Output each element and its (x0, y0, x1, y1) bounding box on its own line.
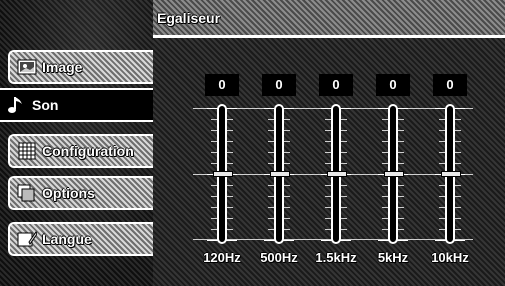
band-label-10khz: 10kHz (431, 250, 469, 265)
sidebar-item-configuration[interactable]: Configuration (8, 134, 153, 168)
slider-500hz[interactable] (262, 104, 296, 244)
slider-10khz[interactable] (433, 104, 467, 244)
sidebar-item-son[interactable]: Son (0, 88, 153, 122)
slider-knob[interactable] (213, 171, 233, 177)
equalizer-screen: Image Son Configuration Options Langue E… (0, 0, 505, 286)
sidebar-item-label: Son (32, 97, 59, 113)
band-label-500hz: 500Hz (260, 250, 298, 265)
sidebar-item-label: Configuration (42, 143, 134, 159)
sidebar-menu: Image Son Configuration Options Langue (0, 0, 153, 286)
band-value-120hz: 0 (205, 74, 239, 96)
sidebar-item-langue[interactable]: Langue (8, 222, 153, 256)
band-value-10khz: 0 (433, 74, 467, 96)
sidebar-item-label: Options (42, 185, 95, 201)
band-value-1-5khz: 0 (319, 74, 353, 96)
language-icon (16, 230, 38, 248)
grid-icon (16, 142, 38, 160)
sidebar-item-label: Langue (42, 231, 92, 247)
music-note-icon (6, 96, 28, 114)
slider-120hz[interactable] (205, 104, 239, 244)
slider-knob[interactable] (384, 171, 404, 177)
band-label-1-5khz: 1.5kHz (315, 250, 357, 265)
image-icon (16, 58, 38, 76)
band-label-5khz: 5kHz (377, 250, 409, 265)
slider-knob[interactable] (270, 171, 290, 177)
options-icon (16, 184, 38, 202)
sidebar-item-options[interactable]: Options (8, 176, 153, 210)
slider-5khz[interactable] (376, 104, 410, 244)
band-value-5khz: 0 (376, 74, 410, 96)
band-value-500hz: 0 (262, 74, 296, 96)
band-label-120hz: 120Hz (203, 250, 241, 265)
page-title: Egaliseur (153, 0, 505, 38)
slider-knob[interactable] (441, 171, 461, 177)
slider-knob[interactable] (327, 171, 347, 177)
sidebar-item-label: Image (42, 59, 83, 75)
equalizer-panel: 0 0 0 0 0 120Hz 500Hz 1.5kHz 5kHz 10kHz (153, 38, 505, 286)
slider-1-5khz[interactable] (319, 104, 353, 244)
sidebar-item-image[interactable]: Image (8, 50, 153, 84)
